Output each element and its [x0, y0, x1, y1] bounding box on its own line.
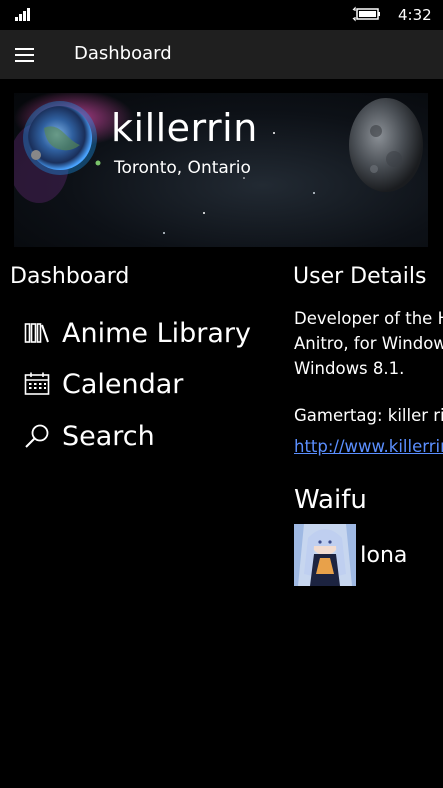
website-link[interactable]: http://www.killerrin — [294, 437, 443, 456]
hamburger-menu-icon[interactable] — [15, 48, 34, 62]
waifu-name: Iona — [360, 543, 408, 568]
bio-line: Anitro, for Window — [294, 334, 443, 353]
calendar-icon — [24, 371, 50, 397]
nav-item-search[interactable]: Search — [24, 416, 155, 456]
user-details-heading: User Details — [293, 264, 427, 289]
battery-charging-icon — [352, 6, 380, 22]
bio-line: Developer of the H — [294, 309, 443, 328]
gamertag-text: Gamertag: killer rin — [294, 406, 443, 425]
search-icon — [24, 423, 50, 449]
nav-item-label: Calendar — [62, 368, 184, 400]
profile-username: killerrin — [111, 106, 258, 150]
nav-item-label: Search — [62, 420, 155, 452]
bio-line: Windows 8.1. — [294, 359, 405, 378]
profile-location: Toronto, Ontario — [114, 158, 251, 178]
dashboard-heading: Dashboard — [10, 264, 130, 289]
clock: 4:32 — [398, 6, 432, 24]
library-icon — [24, 320, 50, 346]
nav-item-anime-library[interactable]: Anime Library — [24, 313, 251, 353]
app-bar: Dashboard — [0, 30, 443, 79]
profile-banner: killerrin Toronto, Ontario — [14, 93, 428, 247]
waifu-heading: Waifu — [294, 485, 367, 515]
page-title: Dashboard — [74, 43, 172, 64]
status-bar: 4:32 — [0, 0, 443, 30]
user-bio: Developer of the H Anitro, for Window Wi… — [294, 306, 443, 381]
nav-item-label: Anime Library — [62, 317, 251, 349]
signal-bars-icon — [15, 7, 35, 21]
waifu-avatar[interactable] — [294, 524, 356, 586]
nav-item-calendar[interactable]: Calendar — [24, 364, 183, 404]
